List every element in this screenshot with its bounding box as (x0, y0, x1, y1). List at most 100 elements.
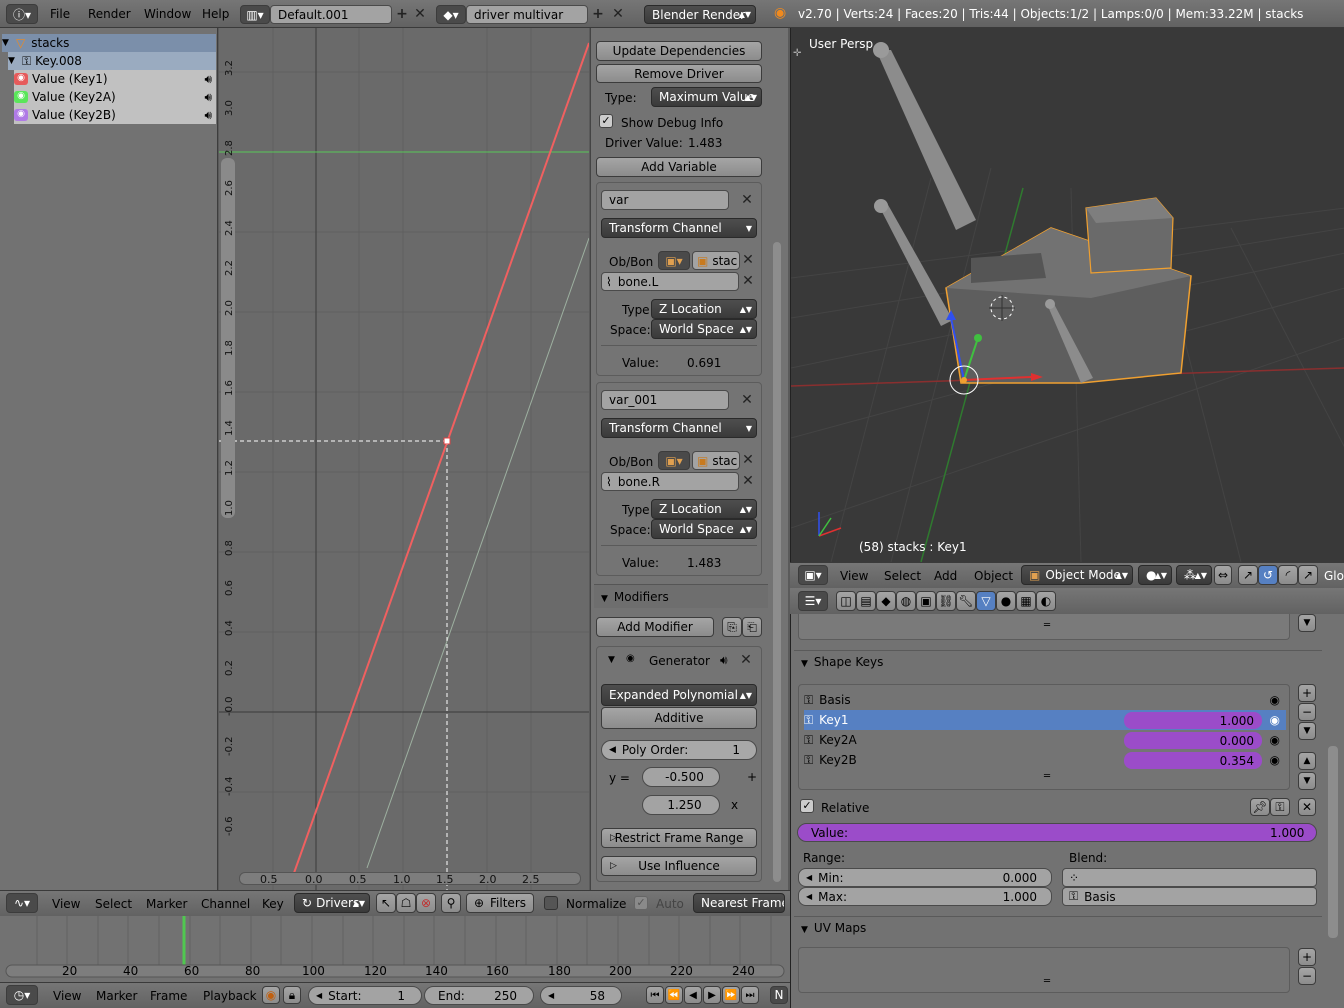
graph-editor-type-button[interactable]: ∿▾ (6, 893, 38, 913)
world-tab-icon[interactable]: ◍ (896, 591, 916, 611)
eye-icon[interactable]: ◉ (14, 91, 28, 103)
render-layers-tab-icon[interactable]: ▤ (856, 591, 876, 611)
close-screen-icon[interactable]: ✕ (412, 6, 428, 22)
screen-layout-icon[interactable]: ▥▾ (240, 5, 270, 24)
coefficient-0-field[interactable]: -0.500 (642, 767, 720, 787)
move-up-button[interactable]: ▲ (1298, 752, 1316, 770)
properties-scrollbar[interactable] (1328, 746, 1338, 938)
max-field[interactable]: ◀ Max: 1.000 (798, 887, 1052, 906)
sidebar-scrollbar[interactable] (773, 242, 781, 882)
var-space-select[interactable]: World Space ▲▼ (651, 519, 757, 539)
screen-layout-field[interactable]: Default.001 (270, 5, 392, 24)
properties-editor-type-button[interactable]: ☰▾ (798, 591, 828, 611)
remove-variable-icon[interactable]: ✕ (739, 192, 755, 208)
channel-item[interactable]: ◉ Value (Key2B) 🔊︎ (14, 106, 216, 124)
channel-object[interactable]: ▼ ▽ stacks (2, 34, 216, 52)
uv-grip-icon[interactable]: ═ (1044, 976, 1050, 987)
render-engine-select[interactable]: Blender Render ▲▼ (644, 5, 756, 24)
speaker-icon[interactable]: 🔊︎ (204, 72, 212, 87)
clear-object-icon[interactable]: ✕ (740, 252, 756, 268)
update-dependencies-button[interactable]: Update Dependencies (596, 41, 762, 61)
use-influence-toggle[interactable]: ▷ Use Influence (601, 856, 757, 876)
object-field[interactable]: ▣ stac (692, 451, 740, 470)
uvmaps-header[interactable] (794, 916, 1322, 940)
copy-modifier-button[interactable]: ⎘ (722, 617, 742, 637)
shapekey-value-slider[interactable]: 0.354 (1124, 752, 1262, 769)
remove-driver-button[interactable]: Remove Driver (596, 64, 762, 83)
relative-checkbox[interactable]: ✓ (800, 799, 814, 813)
pivot-select[interactable]: ⁂ ▲▼ (1176, 565, 1212, 585)
speaker-icon[interactable]: 🔊︎ (204, 90, 212, 105)
eye-icon[interactable]: ◉ (14, 109, 28, 121)
eye-icon[interactable]: ◉ (1270, 713, 1280, 727)
shapekey-value-slider[interactable]: 0.000 (1124, 732, 1262, 749)
modifiers-tab-icon[interactable]: 🔧︎ (956, 591, 976, 611)
poly-order-field[interactable]: ◀ Poly Order: 1 (601, 740, 757, 760)
eye-icon[interactable]: ◉ (1270, 733, 1280, 747)
scene-icon[interactable]: ◆▾ (436, 5, 466, 24)
variable-name-field[interactable]: var_001 (601, 390, 729, 410)
var-space-select[interactable]: World Space ▲▼ (651, 319, 757, 339)
menu-window[interactable]: Window (144, 7, 191, 21)
viewport-3d[interactable]: User Persp (58) stacks : Key1 ✛ (790, 28, 1344, 562)
generator-expand-icon[interactable]: ▼ (608, 655, 615, 665)
search-icon[interactable]: ⚲ (441, 893, 461, 913)
modifiers-title[interactable]: ▼ Modifiers (601, 590, 669, 604)
remove-uv-button[interactable]: − (1298, 967, 1316, 985)
n-button[interactable]: N (770, 986, 788, 1004)
viewport-corner-plus-icon[interactable]: ✛ (793, 48, 801, 59)
timeline-menu-frame[interactable]: Frame (150, 989, 187, 1003)
generator-mode-select[interactable]: Expanded Polynomial ▲▼ (601, 684, 757, 706)
variable-name-field[interactable]: var (601, 190, 729, 210)
menu-render[interactable]: Render (88, 7, 131, 21)
clear-shapekeys-icon[interactable]: ✕ (1298, 798, 1316, 816)
ghost-icon[interactable]: ☖ (396, 893, 416, 913)
viewport-scene[interactable] (791, 28, 1344, 562)
graph-menu-key[interactable]: Key (262, 897, 284, 911)
data-tab-icon[interactable]: ▽ (976, 591, 996, 611)
viewport-editor-type-button[interactable]: ▣▾ (798, 565, 828, 585)
mode-select[interactable]: ▣ Object Mode ▲▼ (1021, 565, 1133, 585)
channel-item[interactable]: ◉ Value (Key1) 🔊︎ (14, 70, 216, 88)
generator-active-icon[interactable]: ◉ (626, 653, 635, 664)
viewport-menu-view[interactable]: View (840, 569, 868, 583)
material-tab-icon[interactable]: ● (996, 591, 1016, 611)
coefficient-1-field[interactable]: 1.250 (642, 795, 720, 815)
var-type-select[interactable]: Z Location ▲▼ (651, 299, 757, 319)
eye-icon[interactable]: ◉ (14, 73, 28, 85)
variable-kind-select[interactable]: Transform Channel ▼ (601, 218, 757, 238)
constraints-tab-icon[interactable]: ⛓ (936, 591, 956, 611)
shapekey-specials-button[interactable]: ▼ (1298, 722, 1316, 740)
remove-generator-icon[interactable]: ✕ (738, 652, 754, 668)
graph-area[interactable] (219, 28, 589, 890)
add-variable-button[interactable]: Add Variable (596, 157, 762, 177)
only-selected-icon[interactable]: ↖ (376, 893, 396, 913)
additive-toggle[interactable]: Additive (601, 707, 757, 729)
object-field[interactable]: ▣ stac (692, 251, 740, 270)
timeline-editor-type-button[interactable]: ◷▾ (6, 985, 38, 1005)
rotate-icon[interactable]: ↺ (1258, 565, 1278, 585)
filters-button[interactable]: ⊕ Filters (466, 893, 534, 913)
shading-select[interactable]: ● ▲▼ (1138, 565, 1172, 585)
remove-shapekey-button[interactable]: − (1298, 703, 1316, 721)
timeline-menu-view[interactable]: View (53, 989, 81, 1003)
pin-icon[interactable]: 📌︎ (1250, 798, 1270, 816)
add-screen-icon[interactable]: + (394, 6, 410, 22)
blend-field[interactable]: ⚿ Basis (1062, 887, 1317, 906)
move-down-button[interactable]: ▼ (1298, 772, 1316, 790)
channel-item[interactable]: ◉ Value (Key2A) 🔊︎ (14, 88, 216, 106)
graph-menu-select[interactable]: Select (95, 897, 132, 911)
snap-select[interactable]: Nearest Frame (693, 893, 785, 913)
close-scene-icon[interactable]: ✕ (610, 6, 626, 22)
texture-tab-icon[interactable]: ▦ (1016, 591, 1036, 611)
physics-tab-icon[interactable]: ◐ (1036, 591, 1056, 611)
orientation-label[interactable]: Glob (1324, 569, 1344, 583)
timeline-menu-marker[interactable]: Marker (96, 989, 137, 1003)
clear-bone-icon[interactable]: ✕ (740, 473, 756, 489)
render-tab-icon[interactable]: ◫ (836, 591, 856, 611)
viewport-menu-object[interactable]: Object (974, 569, 1013, 583)
shapekey-row[interactable]: ⚿ Basis ◉ (804, 690, 1286, 710)
end-frame-field[interactable]: End: 250 (424, 986, 534, 1005)
menu-help[interactable]: Help (202, 7, 229, 21)
normalize-checkbox[interactable] (544, 896, 558, 910)
